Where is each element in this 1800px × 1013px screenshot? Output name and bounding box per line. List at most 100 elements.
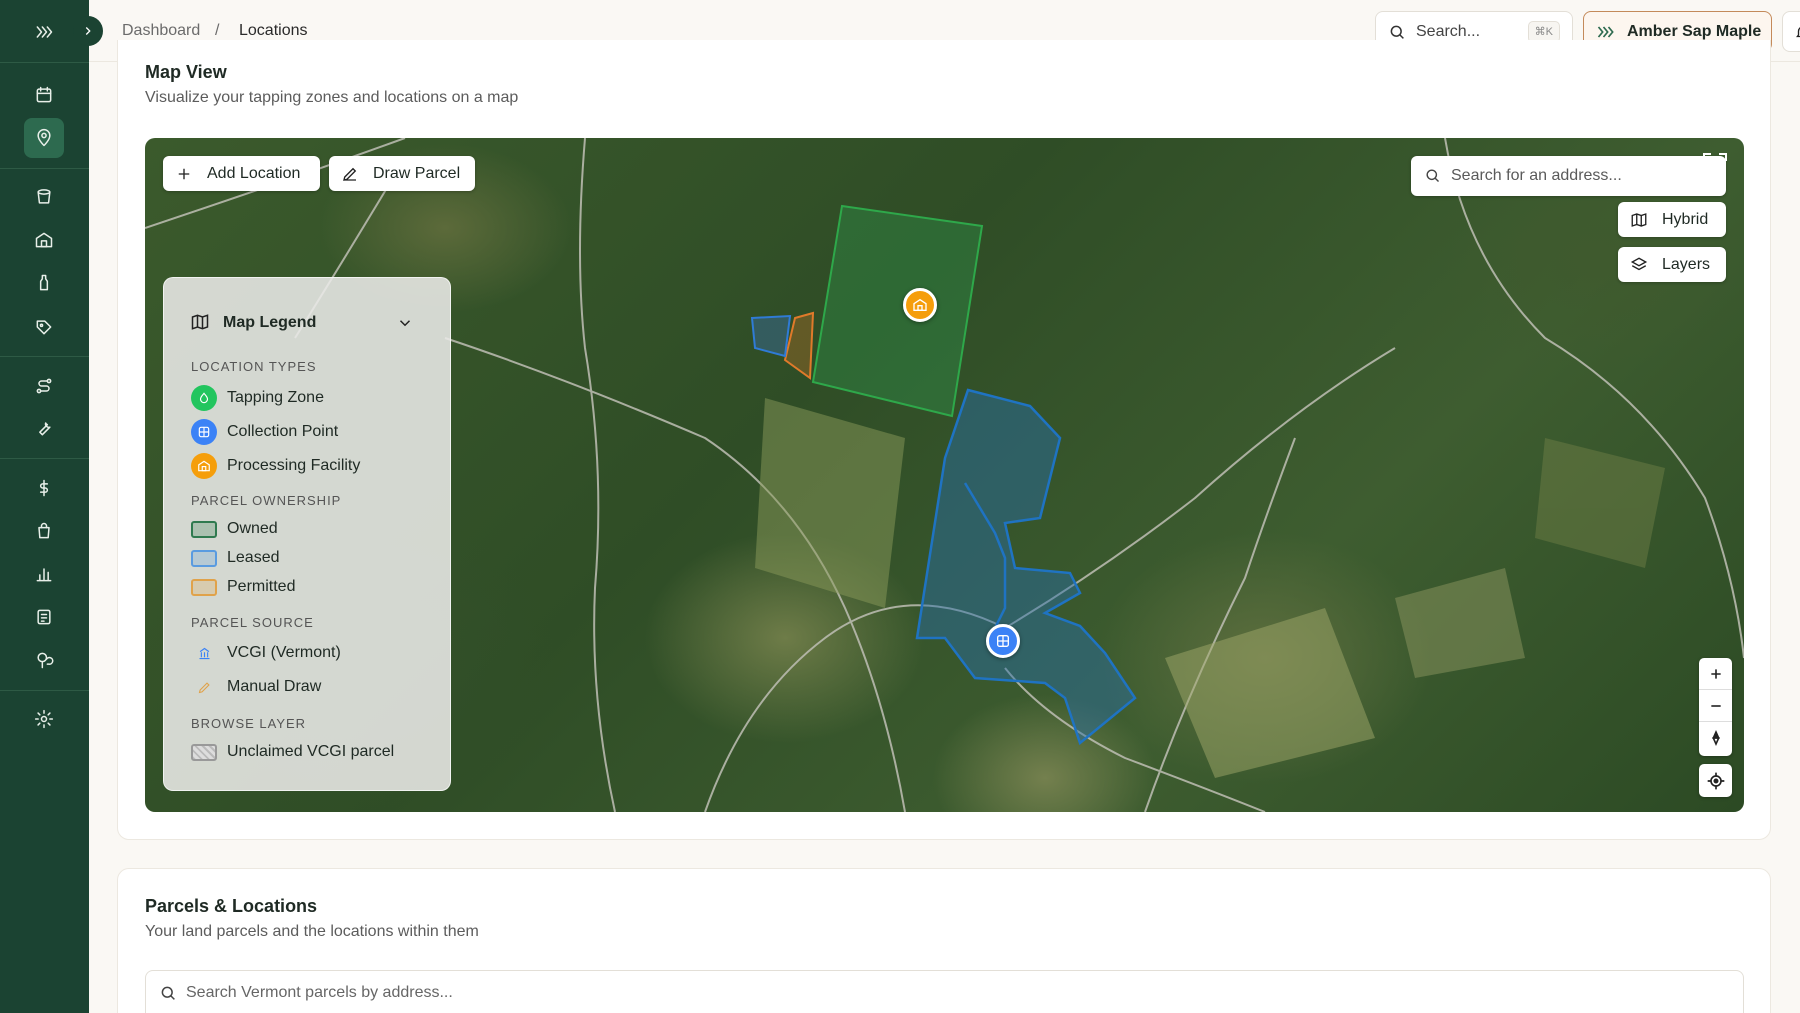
zoom-controls [1699, 658, 1732, 756]
legend-item-permitted: Permitted [191, 574, 295, 600]
zoom-out-button[interactable] [1699, 690, 1732, 722]
tapping-zone-icon [191, 385, 217, 411]
tree-icon [37, 652, 54, 669]
breadcrumb-current: Locations [239, 22, 308, 39]
map-view-subtitle: Visualize your tapping zones and locatio… [145, 89, 519, 106]
sidebar-divider [0, 690, 89, 691]
add-location-label: Add Location [207, 164, 301, 182]
legend-label: Owned [227, 520, 278, 537]
hybrid-view-button[interactable]: Hybrid [1618, 202, 1726, 237]
map-view-title: Map View [145, 62, 227, 82]
sidebar [0, 0, 89, 1013]
pencil-icon [343, 167, 357, 181]
sidebar-item-calendar[interactable] [24, 75, 64, 115]
sidebar-divider [0, 62, 89, 63]
legend-section-source: Parcel Source [191, 615, 314, 630]
chevrons-right-icon [1597, 26, 1614, 38]
sidebar-item-sales[interactable] [24, 511, 64, 551]
chevrons-right-icon [36, 26, 53, 38]
search-icon [1426, 169, 1440, 183]
legend-label: Processing Facility [227, 457, 361, 474]
sidebar-item-locations[interactable] [24, 118, 64, 158]
legend-section-browse: Browse Layer [191, 716, 307, 731]
legend-label: Permitted [227, 578, 296, 595]
parcels-subtitle: Your land parcels and the locations with… [145, 923, 479, 940]
legend-item-vcgi: VCGI (Vermont) [191, 640, 341, 666]
sugarhouse-icon [913, 298, 927, 311]
building-icon [191, 643, 217, 663]
owned-swatch [191, 520, 217, 538]
sugarhouse-icon [35, 232, 53, 248]
sidebar-item-reports[interactable] [24, 597, 64, 637]
legend-label: Collection Point [227, 423, 339, 440]
address-search-input[interactable] [1451, 165, 1711, 187]
collection-point-marker[interactable] [986, 624, 1020, 658]
layers-label: Layers [1662, 255, 1711, 273]
map-icon [1631, 212, 1647, 227]
add-location-button[interactable]: Add Location [163, 156, 320, 191]
map-pin-icon [37, 128, 51, 147]
pencil-icon [191, 677, 217, 697]
layers-icon [1630, 256, 1648, 270]
sidebar-divider [0, 458, 89, 459]
sidebar-item-sugarhouse[interactable] [24, 220, 64, 260]
organization-name: Amber Sap Maple [1627, 23, 1762, 40]
legend-item-processing-facility: Processing Facility [191, 453, 360, 479]
collection-point-icon [997, 635, 1009, 647]
chevron-down-icon[interactable] [396, 314, 414, 332]
bar-chart-icon [36, 568, 52, 582]
draw-parcel-button[interactable]: Draw Parcel [329, 156, 475, 191]
legend-item-manual-draw: Manual Draw [191, 674, 321, 700]
plus-icon [1710, 668, 1721, 679]
crosshair-icon [1707, 772, 1724, 789]
legend-item-tapping-zone: Tapping Zone [191, 385, 324, 411]
sidebar-item-tags[interactable] [24, 307, 64, 347]
chevron-right-icon [85, 27, 91, 35]
unclaimed-swatch [191, 743, 217, 761]
draw-parcel-label: Draw Parcel [373, 164, 461, 182]
legend-title: Map Legend [223, 314, 317, 331]
route-icon [36, 378, 52, 394]
parcels-title: Parcels & Locations [145, 896, 318, 916]
map-legend: Map Legend Location Types Tapping Zone C… [163, 277, 451, 791]
sidebar-item-routes[interactable] [24, 366, 64, 406]
sidebar-item-finance[interactable] [24, 468, 64, 508]
zoom-in-button[interactable] [1699, 658, 1732, 690]
legend-item-leased: Leased [191, 545, 280, 571]
sidebar-item-buckets[interactable] [24, 177, 64, 217]
fullscreen-icon [1703, 153, 1727, 161]
legend-section-ownership: Parcel Ownership [191, 493, 342, 508]
search-icon [161, 986, 175, 1000]
breadcrumb-separator: / [215, 22, 220, 39]
sidebar-item-bottles[interactable] [24, 263, 64, 303]
fullscreen-button[interactable] [1701, 151, 1729, 179]
compass-button[interactable] [1699, 722, 1732, 754]
map-canvas[interactable]: Add Location Draw Parcel Hybrid Layers M… [145, 138, 1744, 812]
notifications-button[interactable] [1782, 11, 1800, 52]
sidebar-collapse-toggle[interactable] [73, 16, 103, 46]
compass-icon [1711, 730, 1720, 746]
bell-icon [1795, 26, 1800, 37]
sidebar-item-analytics[interactable] [24, 554, 64, 594]
sidebar-item-forest[interactable] [24, 640, 64, 680]
minus-icon [1710, 704, 1721, 707]
sidebar-item-maintenance[interactable] [24, 408, 64, 448]
sidebar-item-settings[interactable] [24, 699, 64, 739]
sugarhouse-icon [191, 453, 217, 479]
legend-section-location-types: Location Types [191, 359, 317, 374]
my-location-button[interactable] [1699, 764, 1732, 797]
calendar-icon [36, 86, 52, 103]
legend-label: VCGI (Vermont) [227, 644, 341, 661]
settings-icon [34, 709, 54, 729]
sidebar-expand-button[interactable] [24, 12, 64, 52]
legend-label: Tapping Zone [227, 389, 324, 406]
global-search-label: Search... [1416, 23, 1481, 40]
layers-button[interactable]: Layers [1618, 247, 1726, 282]
legend-item-unclaimed: Unclaimed VCGI parcel [191, 739, 394, 765]
parcel-search-input[interactable] [186, 982, 1086, 1004]
collection-point-icon [191, 419, 217, 445]
breadcrumb-dashboard[interactable]: Dashboard [122, 22, 200, 40]
processing-facility-marker[interactable] [903, 288, 937, 322]
legend-label: Leased [227, 549, 280, 566]
parcel-search [145, 970, 1744, 1013]
